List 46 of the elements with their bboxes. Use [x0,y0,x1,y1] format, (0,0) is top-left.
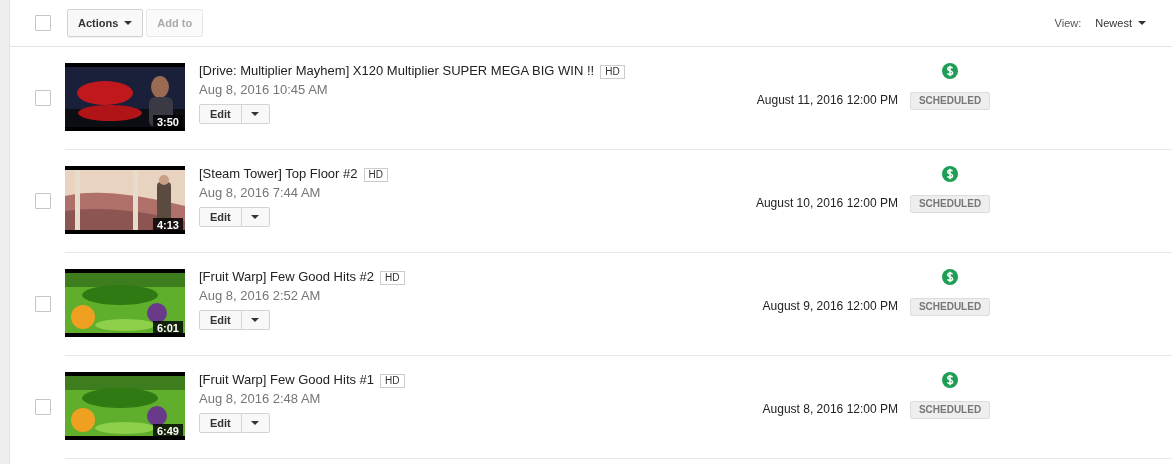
hd-badge: HD [363,168,388,182]
caret-icon [251,421,260,425]
hd-badge: HD [380,374,405,388]
scheduled-date: August 11, 2016 12:00 PM [756,92,898,109]
duration-badge: 6:01 [152,321,183,335]
edit-button[interactable]: Edit [199,207,242,227]
status-label: SCHEDULED [910,298,990,316]
select-all-checkbox[interactable] [35,15,51,31]
status-label: SCHEDULED [910,401,990,419]
status-label: SCHEDULED [910,92,990,110]
scheduled-date: August 8, 2016 12:00 PM [762,401,898,418]
video-title[interactable]: [Fruit Warp] Few Good Hits #1 [199,372,375,387]
sort-dropdown[interactable]: Newest [1095,17,1146,29]
upload-date: Aug 8, 2016 7:44 AM [199,184,322,202]
video-title[interactable]: [Steam Tower] Top Floor #2 [199,166,358,181]
caret-icon [124,21,133,25]
video-title[interactable]: [Drive: Multiplier Mayhem] X120 Multiplier SUPER MEGA BIG WIN !! [199,63,595,78]
scheduled-date: August 9, 2016 12:00 PM [762,298,898,315]
caret-icon [251,318,260,322]
upload-date: Aug 8, 2016 2:48 AM [199,390,322,408]
edit-menu-button[interactable] [241,413,270,433]
scheduled-date: August 10, 2016 12:00 PM [755,195,898,212]
hd-badge: HD [600,65,625,79]
upload-date: Aug 8, 2016 2:52 AM [199,287,322,305]
view-label: View: [1054,17,1082,29]
row-checkbox[interactable] [35,296,51,312]
status-label: SCHEDULED [910,195,990,213]
duration-badge: 3:50 [152,115,183,129]
edit-menu-button[interactable] [241,310,270,330]
row-checkbox[interactable] [35,399,51,415]
caret-icon [251,215,260,219]
caret-icon [251,112,260,116]
video-title[interactable]: [Fruit Warp] Few Good Hits #2 [199,269,375,284]
duration-badge: 4:13 [152,218,183,232]
edit-button[interactable]: Edit [199,310,242,330]
upload-date: Aug 8, 2016 10:45 AM [199,81,329,99]
edit-button[interactable]: Edit [199,413,242,433]
edit-button[interactable]: Edit [199,104,242,124]
edit-menu-button[interactable] [241,207,270,227]
duration-badge: 6:49 [152,424,183,438]
edit-menu-button[interactable] [241,104,270,124]
row-checkbox[interactable] [35,90,51,106]
caret-icon [1138,21,1146,25]
row-checkbox[interactable] [35,193,51,209]
actions-button[interactable]: Actions [67,9,144,37]
hd-badge: HD [380,271,405,285]
